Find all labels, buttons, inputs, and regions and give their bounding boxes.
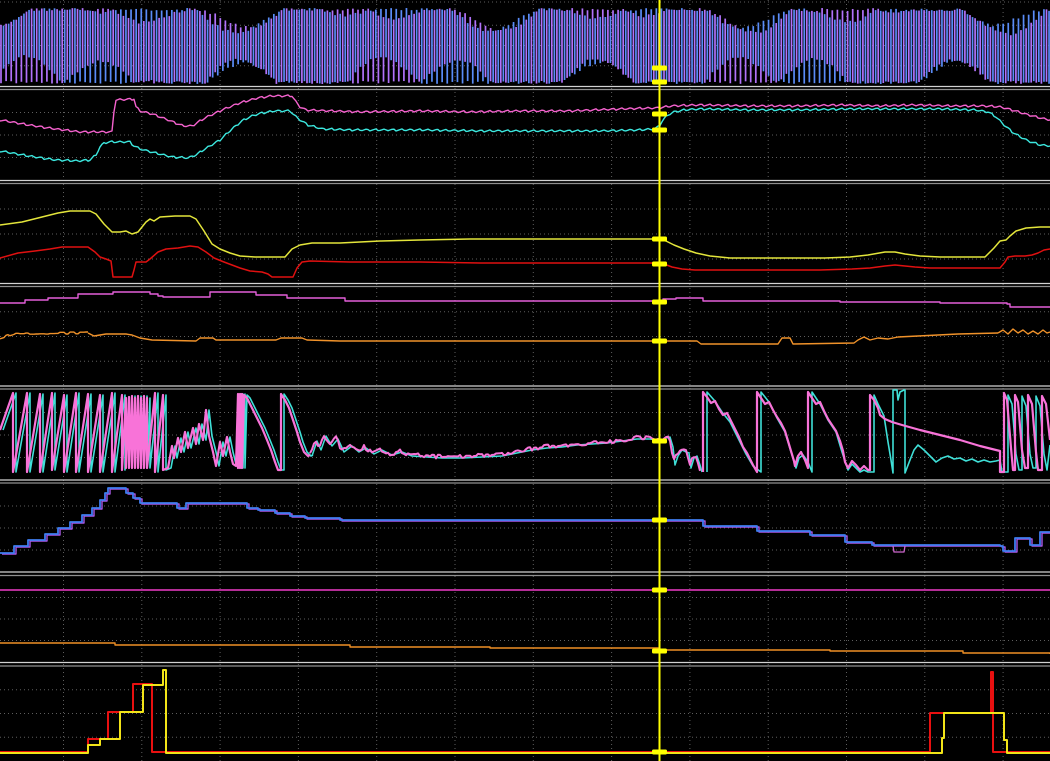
trace-b8_yellow <box>0 670 1050 753</box>
cursor-value-marker[interactable] <box>652 112 667 117</box>
trace-b5_cyan_right <box>707 390 1050 473</box>
cursor-value-marker[interactable] <box>652 750 667 755</box>
trace-b4_orange_right <box>998 329 1050 334</box>
trace-b5_pink_left <box>0 393 310 472</box>
trace-b3_red <box>0 246 1050 277</box>
time-cursor[interactable] <box>652 0 667 761</box>
cursor-value-marker[interactable] <box>652 300 667 305</box>
trace-b4_magenta <box>0 292 1050 307</box>
cursor-value-marker[interactable] <box>652 518 667 523</box>
cursor-value-marker[interactable] <box>652 649 667 654</box>
cursor-value-marker[interactable] <box>652 262 667 267</box>
cursor-value-marker[interactable] <box>652 339 667 344</box>
log-viewer-window <box>0 0 1050 761</box>
trace-b7_orange <box>0 643 1050 654</box>
panel-separators <box>0 87 1050 667</box>
cursor-value-marker[interactable] <box>652 128 667 133</box>
grid <box>0 0 1050 761</box>
trace-b6_magenta_dip <box>893 546 905 552</box>
cursor-value-marker[interactable] <box>652 439 667 444</box>
cursor-value-marker[interactable] <box>652 66 667 71</box>
hf-waveform-panel1 <box>1 8 1049 84</box>
trace-b4_orange_left <box>0 332 88 339</box>
trace-b6_blue <box>0 488 1050 553</box>
cursor-value-marker[interactable] <box>652 588 667 593</box>
trace-b2_magenta <box>0 95 1050 133</box>
cursor-value-marker[interactable] <box>652 80 667 85</box>
trace-b4_orange_main <box>88 333 998 344</box>
strip-chart-svg[interactable] <box>0 0 1050 761</box>
cursor-value-marker[interactable] <box>652 237 667 242</box>
trace-b5_pink_mid <box>310 436 700 471</box>
